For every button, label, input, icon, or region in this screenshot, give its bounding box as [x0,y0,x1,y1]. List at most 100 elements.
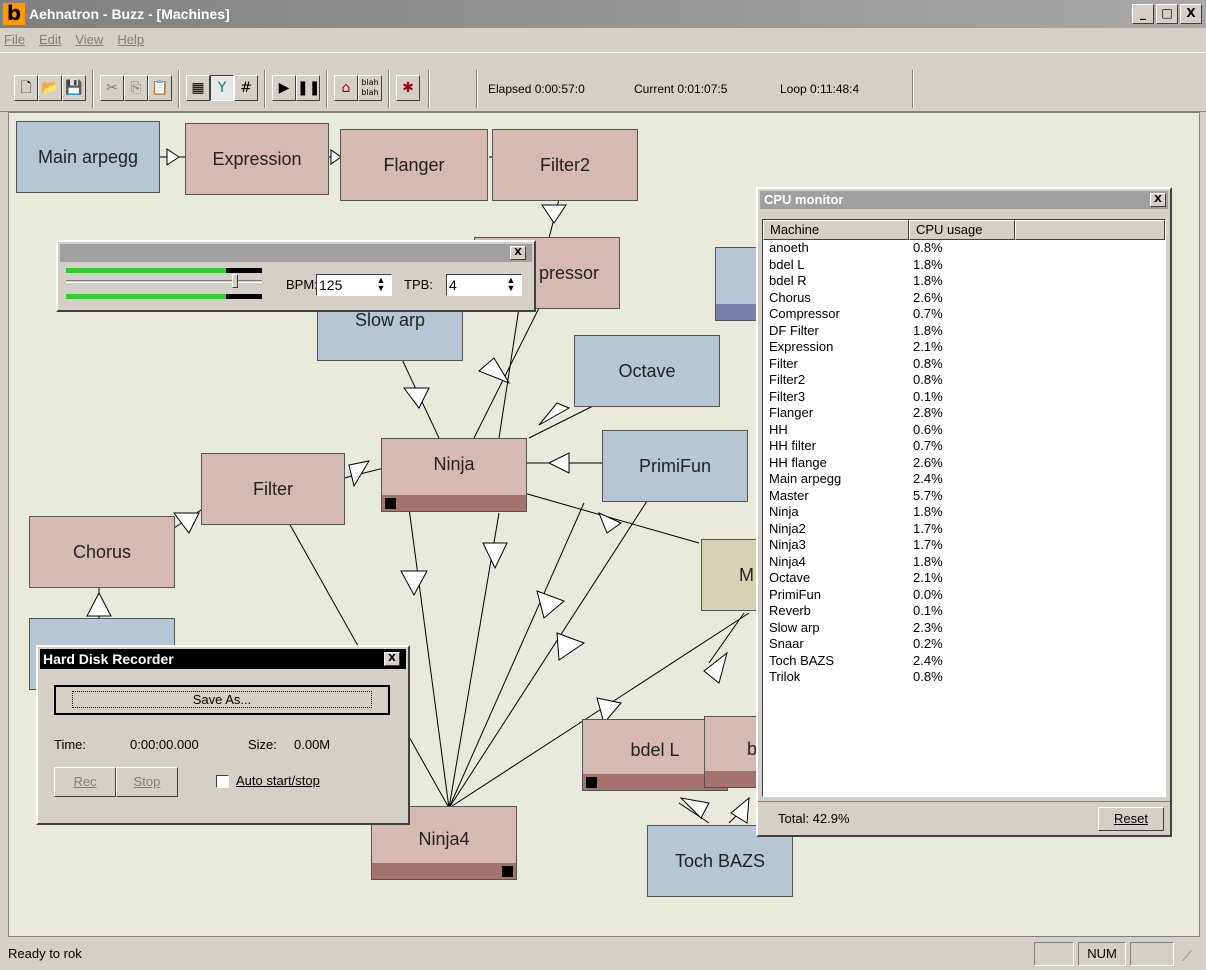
cpu-row[interactable]: Reverb 0.1% [763,603,1165,620]
machine-filter2[interactable]: Filter2 [492,129,638,201]
machine-chorus[interactable]: Chorus [29,516,175,588]
machine-view-icon[interactable]: Y [210,75,234,101]
cpu-row-usage: 0.2% [913,636,943,651]
cpu-row[interactable]: Ninja3 1.7% [763,537,1165,554]
machine-primifun[interactable]: PrimiFun [602,430,748,502]
cpu-close-icon[interactable]: X [1150,193,1166,207]
cpu-row[interactable]: DF Filter 1.8% [763,323,1165,340]
menu-help[interactable]: Help [117,32,144,47]
cpu-row[interactable]: bdel R 1.8% [763,273,1165,290]
paste-icon[interactable]: 📋 [148,75,172,101]
cpu-row[interactable]: Octave 2.1% [763,570,1165,587]
level-meter-bottom [66,294,262,299]
cpu-row-machine: Filter [769,355,798,371]
cpu-row[interactable]: Filter3 0.1% [763,389,1165,406]
cpu-list[interactable]: Machine CPU usage anoeth 0.8% bdel L 1.8% bd… [762,219,1166,797]
save-as-button[interactable]: Save As... [54,685,390,715]
cpu-row[interactable]: Trilok 0.8% [763,669,1165,686]
machine-octave[interactable]: Octave [574,335,720,407]
cpu-row[interactable]: Ninja2 1.7% [763,521,1165,538]
cpu-row-usage: 0.8% [913,372,943,387]
cpu-row[interactable]: Master 5.7% [763,488,1165,505]
cpu-row[interactable]: Toch BAZS 2.4% [763,653,1165,670]
cpu-row[interactable]: Ninja4 1.8% [763,554,1165,571]
cpu-row-usage: 2.1% [913,339,943,354]
recorder-titlebar[interactable]: Hard Disk Recorder [40,649,406,669]
cpu-row-usage: 2.6% [913,289,943,305]
pattern-editor-icon[interactable]: ▦ [186,75,210,101]
mute-cpu-icon[interactable]: ✱ [396,75,420,101]
new-file-icon[interactable]: 🗋 [14,75,38,101]
volume-slider-thumb[interactable] [232,274,238,288]
tpb-spinner-icon[interactable]: ▲ ▼ [502,276,520,294]
machine-flanger[interactable]: Flanger [340,129,488,201]
cpu-row[interactable]: anoeth 0.8% [763,240,1165,257]
cpu-titlebar[interactable]: CPU monitor [760,191,1168,209]
cpu-row[interactable]: bdel L 1.8% [763,257,1165,274]
wavetable-icon[interactable]: ⌂ [334,75,358,101]
tempo-titlebar[interactable] [60,244,532,262]
cpu-row[interactable]: HH filter 0.7% [763,438,1165,455]
resize-grip-icon[interactable]: ⟋ [1182,948,1192,965]
cpu-row-usage: 0.7% [913,438,943,453]
reset-button[interactable]: Reset [1098,807,1164,831]
window-title: Aehnatron - Buzz - [Machines] [29,6,230,22]
machine-filter[interactable]: Filter [201,453,345,525]
machine-expression[interactable]: Expression [185,123,329,195]
rec-button[interactable]: Rec [54,767,116,797]
sequencer-icon[interactable]: # [234,75,258,101]
copy-icon[interactable]: ⎘ [124,75,148,101]
cpu-row[interactable]: HH 0.6% [763,422,1165,439]
cpu-row-usage: 1.7% [913,520,943,536]
machine-ninja[interactable]: Ninja [381,438,527,512]
machine-label: Octave [618,360,676,381]
auto-label[interactable]: Auto start/stop [236,773,320,788]
cpu-row-machine: DF Filter [769,322,819,338]
menu-view[interactable]: View [75,32,103,47]
cpu-row[interactable]: Filter 0.8% [763,356,1165,373]
save-disk-icon[interactable]: 💾 [62,75,86,101]
cpu-row-machine: Flanger [769,405,814,420]
cpu-row-usage: 0.0% [913,586,943,602]
maximize-button[interactable]: □ [1156,4,1178,24]
col-usage[interactable]: CPU usage [909,220,1015,240]
cpu-row[interactable]: Main arpegg 2.4% [763,471,1165,488]
cpu-row[interactable]: Expression 2.1% [763,339,1165,356]
cpu-row[interactable]: Ninja 1.8% [763,504,1165,521]
cpu-title: CPU monitor [764,192,844,207]
recorder-close-icon[interactable]: X [384,652,400,666]
save-as-label: Save As... [71,691,373,708]
info-blah-icon[interactable]: blah blah [358,75,382,101]
cpu-row-machine: Ninja2 [769,520,806,536]
tempo-close-icon[interactable]: X [510,246,526,260]
cpu-row-machine: HH filter [769,438,816,453]
cpu-row[interactable]: Filter2 0.8% [763,372,1165,389]
cpu-row-machine: HH flange [769,454,827,470]
cut-icon[interactable]: ✂ [100,75,124,101]
stop-button[interactable]: Stop [116,767,178,797]
cpu-row[interactable]: PrimiFun 0.0% [763,587,1165,604]
cpu-row[interactable]: Snaar 0.2% [763,636,1165,653]
menu-file[interactable]: File [4,32,25,47]
menu-edit[interactable]: Edit [39,32,61,47]
bpm-spinner-icon[interactable]: ▲ ▼ [372,276,390,294]
cpu-row[interactable]: Compressor 0.7% [763,306,1165,323]
cpu-row[interactable]: Slow arp 2.3% [763,620,1165,637]
open-folder-icon[interactable]: 📂 [38,75,62,101]
cpu-row-usage: 0.7% [913,306,943,321]
machine-bdel-r[interactable]: b [704,716,764,788]
cpu-row[interactable]: HH flange 2.6% [763,455,1165,472]
cpu-row[interactable]: Chorus 2.6% [763,290,1165,307]
recorder-window: Hard Disk Recorder X Save As... Time: 0:… [36,645,410,825]
play-icon[interactable]: ▶ [272,75,296,101]
machine-master[interactable]: M [701,539,761,611]
elapsed-time: Elapsed 0:00:57:0 [488,82,585,96]
close-button[interactable]: X [1180,4,1202,24]
minimize-button[interactable]: _ [1132,4,1154,24]
machine-main-arpegg[interactable]: Main arpegg [16,121,160,193]
cpu-row[interactable]: Flanger 2.8% [763,405,1165,422]
pause-icon[interactable]: ❚❚ [296,75,320,101]
col-machine[interactable]: Machine [763,220,909,240]
app-icon[interactable]: b [3,3,25,25]
auto-checkbox[interactable] [216,775,229,788]
